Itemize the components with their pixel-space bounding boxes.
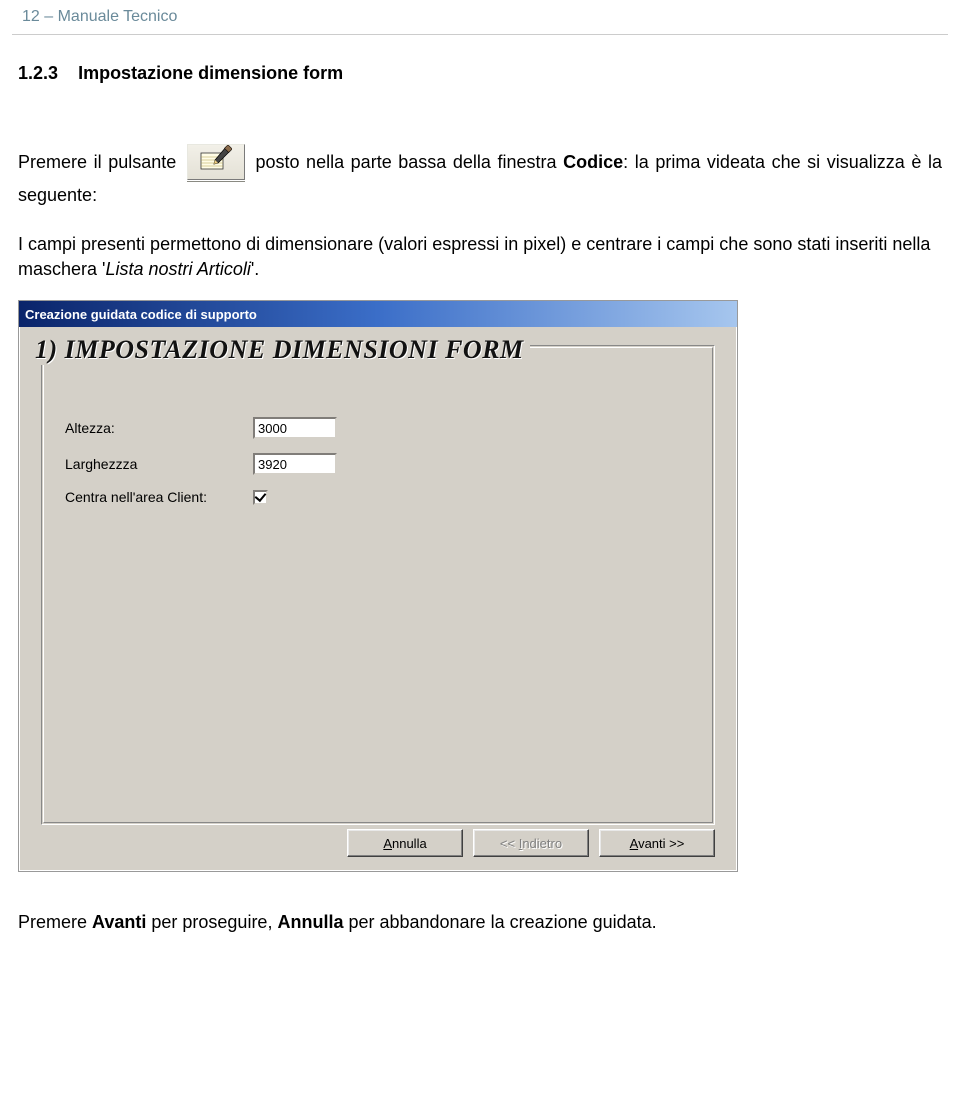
label-larghezza: Larghezzza <box>65 456 253 472</box>
row-larghezza: Larghezzza <box>65 453 337 475</box>
avanti-button[interactable]: Avanti >> <box>599 829 715 857</box>
footer-avanti: Avanti <box>92 912 146 932</box>
checkbox-centra[interactable] <box>253 490 268 505</box>
footer-paragraph: Premere Avanti per proseguire, Annulla p… <box>0 872 960 933</box>
paragraph-2: I campi presenti permettono di dimension… <box>18 232 942 282</box>
label-centra: Centra nell'area Client: <box>65 489 253 505</box>
page-header: 12 – Manuale Tecnico <box>12 0 948 35</box>
dialog-title: Creazione guidata codice di supporto <box>25 307 257 322</box>
indietro-prefix: << <box>500 836 519 851</box>
input-altezza[interactable] <box>253 417 337 439</box>
wizard-dialog: Creazione guidata codice di supporto 1) … <box>18 300 738 872</box>
section-title: Impostazione dimensione form <box>78 63 343 83</box>
para1-before: Premere il pulsante <box>18 152 176 172</box>
para1-after1: posto nella parte bassa della finestra <box>255 152 563 172</box>
dialog-button-row: Annulla << Indietro Avanti >> <box>347 829 715 857</box>
footer-mid: per proseguire, <box>146 912 277 932</box>
avanti-accel: A <box>630 836 638 851</box>
form-area: Altezza: Larghezzza Centra nell'area Cli… <box>65 417 337 519</box>
footer-annulla: Annulla <box>277 912 343 932</box>
pen-note-icon <box>200 145 232 178</box>
row-altezza: Altezza: <box>65 417 337 439</box>
annulla-rest: nnulla <box>392 836 427 851</box>
wizard-step-heading: 1) IMPOSTAZIONE DIMENSIONI FORM <box>29 335 530 365</box>
label-altezza: Altezza: <box>65 420 253 436</box>
dialog-body: 1) IMPOSTAZIONE DIMENSIONI FORM Altezza:… <box>19 327 737 871</box>
indietro-rest: ndietro <box>522 836 562 851</box>
annulla-accel: A <box>383 836 392 851</box>
para2-italic: Lista nostri Articoli <box>105 259 250 279</box>
footer-pre: Premere <box>18 912 92 932</box>
para1-codice: Codice <box>563 152 623 172</box>
indietro-button: << Indietro <box>473 829 589 857</box>
footer-post: per abbandonare la creazione guidata. <box>343 912 656 932</box>
paragraph-1: Premere il pulsante p <box>18 144 942 208</box>
design-button-toolbar <box>187 144 245 182</box>
annulla-button[interactable]: Annulla <box>347 829 463 857</box>
dialog-titlebar[interactable]: Creazione guidata codice di supporto <box>19 301 737 327</box>
input-larghezza[interactable] <box>253 453 337 475</box>
design-button[interactable] <box>187 144 245 180</box>
row-centra: Centra nell'area Client: <box>65 489 337 505</box>
section-heading: 1.2.3 Impostazione dimensione form <box>18 63 942 84</box>
section-number: 1.2.3 <box>18 63 58 83</box>
para2-after: '. <box>251 259 259 279</box>
avanti-rest: vanti >> <box>638 836 684 851</box>
